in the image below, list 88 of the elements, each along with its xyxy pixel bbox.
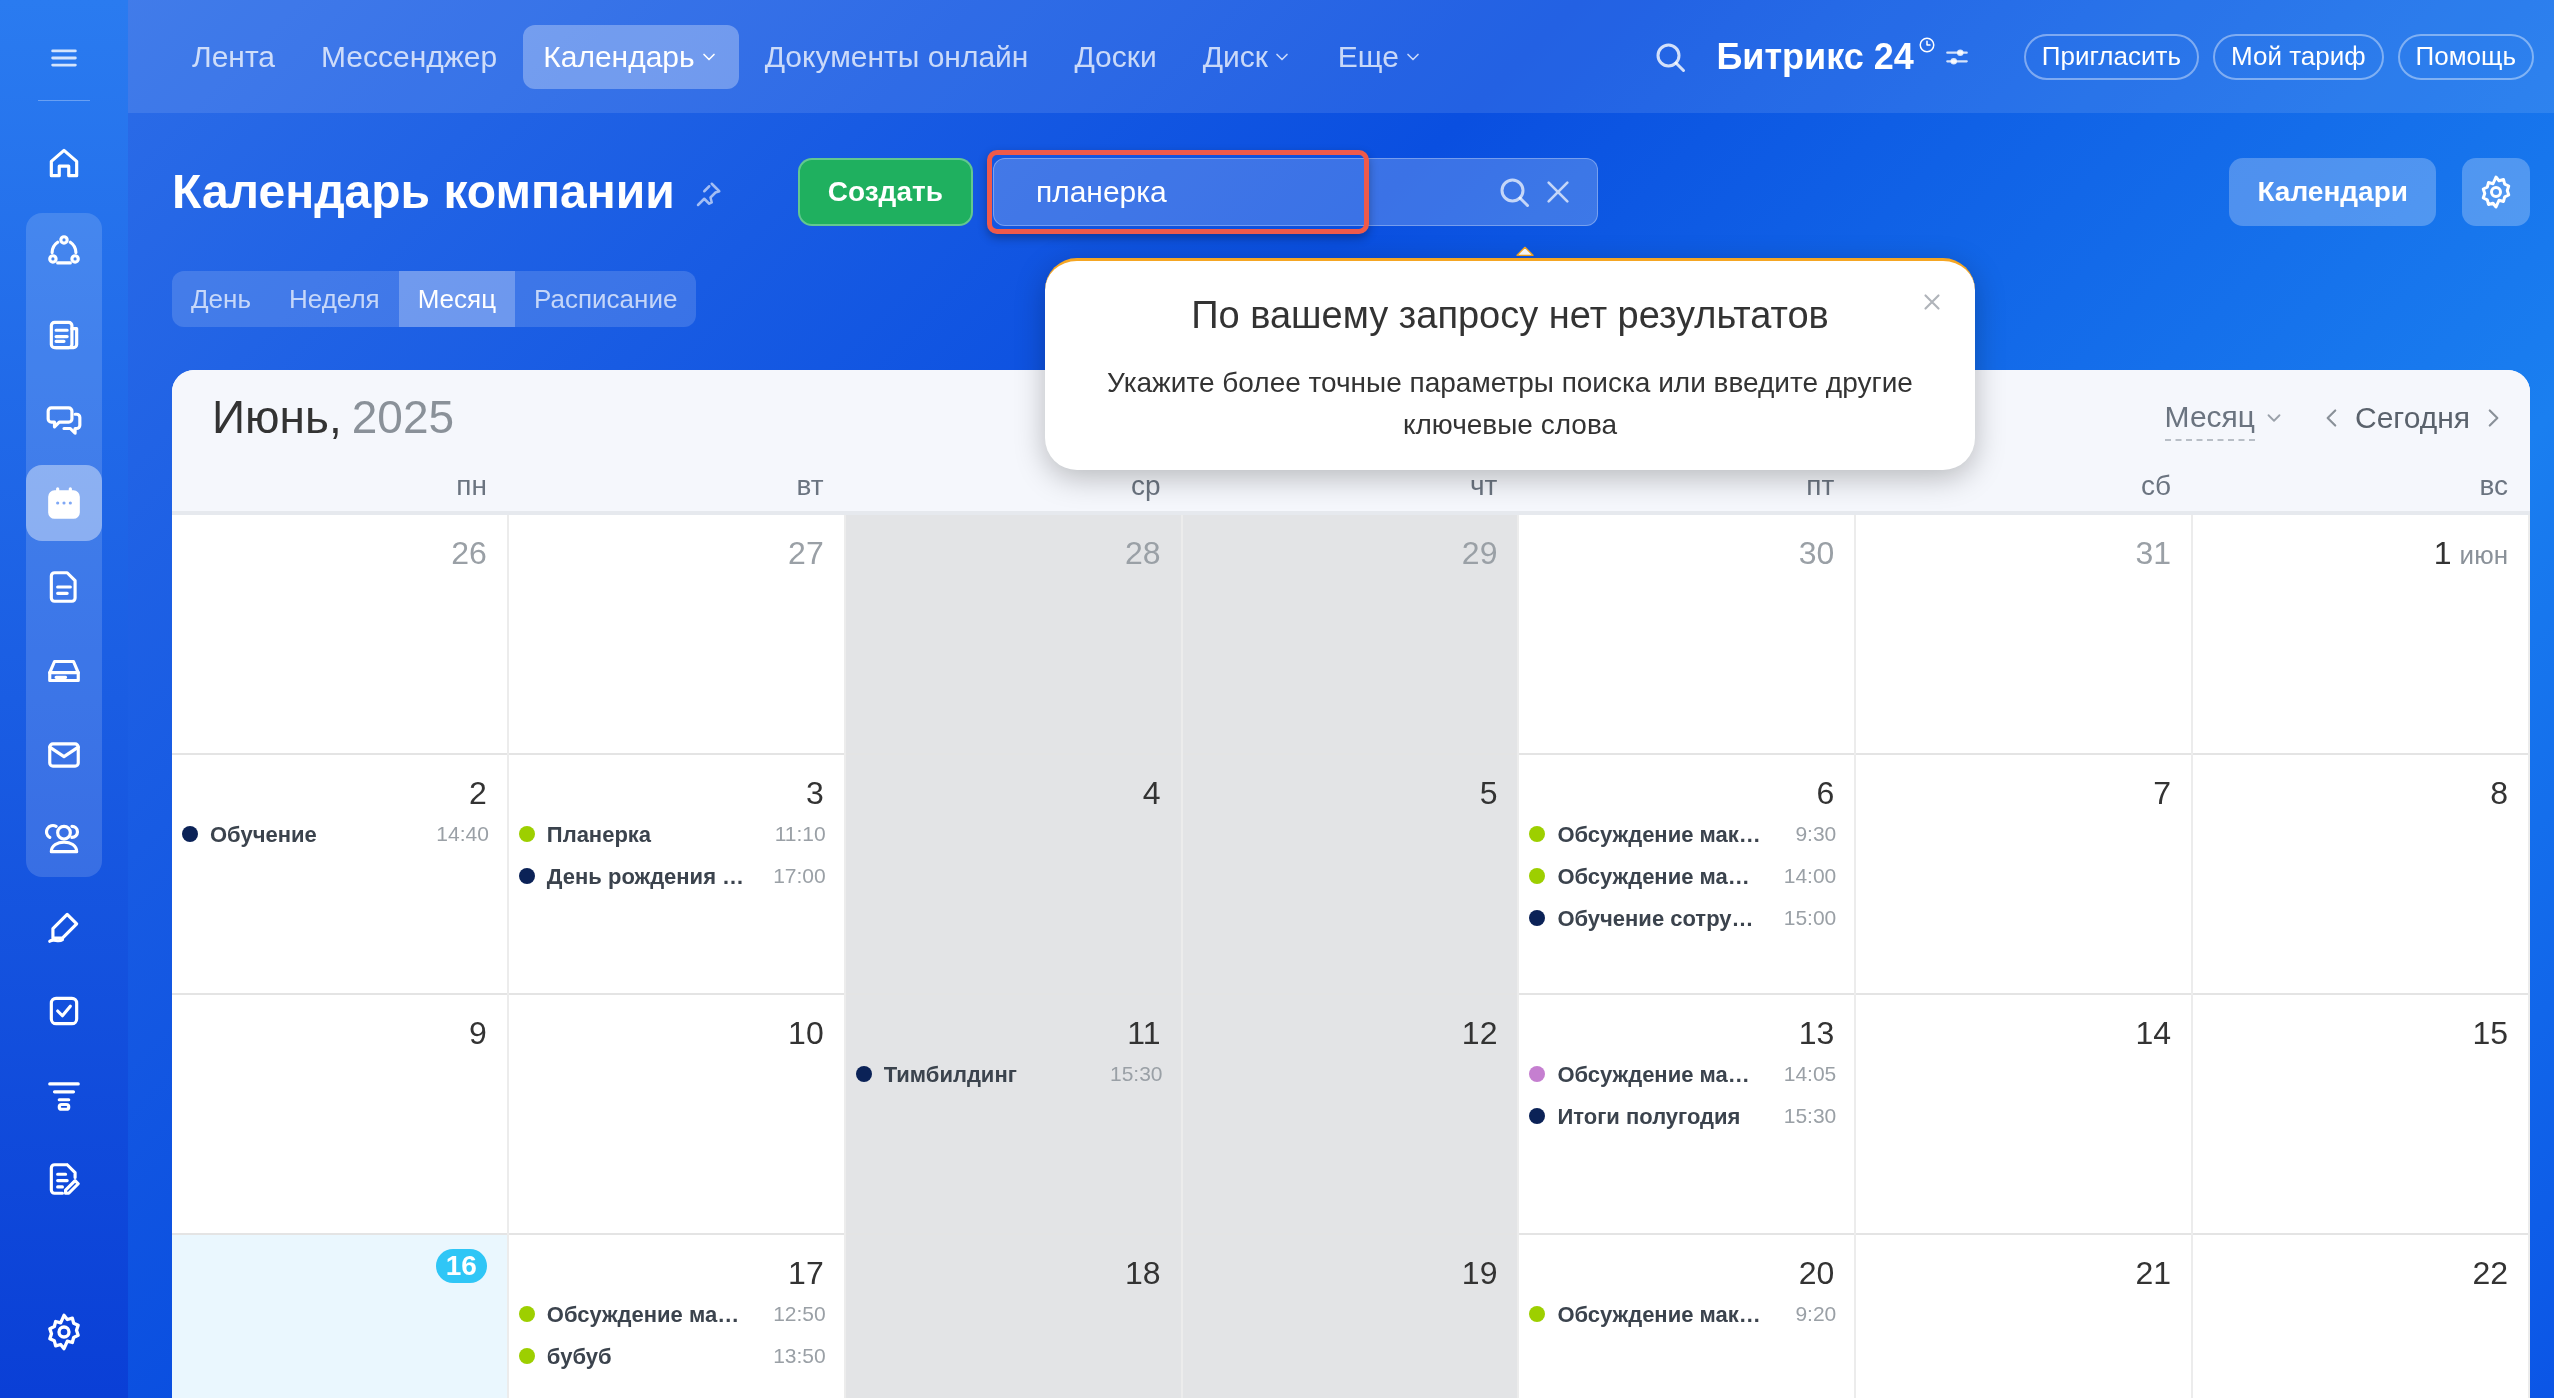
event-title[interactable]: бубуб xyxy=(546,1339,612,1373)
clock-icon xyxy=(1917,36,1936,54)
header-button[interactable]: Помощь xyxy=(2397,33,2534,80)
event-title[interactable]: Тимбилдинг xyxy=(883,1057,1017,1091)
day-number: 21 xyxy=(2135,1254,2172,1293)
nav-tab[interactable]: Еще xyxy=(1317,24,1443,89)
day-number: 28 xyxy=(1124,534,1161,573)
event-title[interactable]: Обсуждение ма… xyxy=(1557,859,1750,893)
event-time: 15:00 xyxy=(1783,905,1837,932)
day-number: 30 xyxy=(1798,534,1835,573)
weekday-label: пт xyxy=(1806,469,1835,503)
event-title[interactable]: Обсуждение ма… xyxy=(546,1297,740,1331)
event-title[interactable]: Обсуждение мак… xyxy=(1557,1297,1761,1331)
weekday-label: пн xyxy=(456,469,487,503)
nav-tab[interactable]: Доски xyxy=(1054,24,1177,89)
nav-tab[interactable]: Лента xyxy=(172,24,296,89)
day-number: 26 xyxy=(451,534,487,573)
month-suffix: июн xyxy=(2459,539,2508,572)
nav-tab[interactable]: Мессенджер xyxy=(301,24,518,89)
nav-tab[interactable]: Документы онлайн xyxy=(744,24,1049,89)
popup-title: По вашему запросу нет результатов xyxy=(1191,293,1829,338)
event-time: 14:40 xyxy=(436,821,489,848)
day-number: 5 xyxy=(1479,774,1498,813)
event-time: 13:50 xyxy=(773,1343,826,1370)
day-number: 8 xyxy=(2490,774,2508,813)
day-number: 6 xyxy=(1816,774,1835,813)
day-number: 9 xyxy=(469,1014,487,1053)
page-title: Календарь компании xyxy=(172,164,675,220)
nav-tab[interactable]: Диск xyxy=(1182,24,1312,89)
day-number: 19 xyxy=(1461,1254,1498,1293)
event-title[interactable]: Обучение xyxy=(210,817,317,851)
view-tab[interactable]: День xyxy=(172,271,270,327)
day-number: 20 xyxy=(1798,1254,1835,1293)
day-number: 7 xyxy=(2153,774,2172,813)
weekday-label: сб xyxy=(2141,469,2172,503)
view-tab[interactable]: Расписание xyxy=(515,271,697,327)
event-title[interactable]: Планерка xyxy=(546,817,652,851)
year-label: 2025 xyxy=(351,390,455,445)
event-time: 17:00 xyxy=(773,863,826,890)
sidebar-item[interactable] xyxy=(26,465,102,541)
day-number: 3 xyxy=(805,774,824,813)
header-button[interactable]: Мой тариф xyxy=(2212,33,2384,80)
settings-button[interactable] xyxy=(2462,158,2530,226)
event-time: 14:05 xyxy=(1783,1061,1837,1088)
event-title[interactable]: Обсуждение мак… xyxy=(1557,817,1761,851)
view-tab[interactable]: Неделя xyxy=(270,271,399,327)
event-time: 9:20 xyxy=(1795,1301,1837,1328)
event-title[interactable]: Обсуждение ма… xyxy=(1557,1057,1750,1091)
weekday-label: вс xyxy=(2479,469,2508,503)
nav-tab[interactable]: Календарь xyxy=(523,24,739,89)
day-number: 27 xyxy=(788,534,824,573)
day-number: 12 xyxy=(1461,1014,1498,1053)
day-number: 17 xyxy=(788,1254,824,1293)
day-number: 10 xyxy=(788,1014,824,1053)
day-number: 13 xyxy=(1798,1014,1835,1053)
day-number: 29 xyxy=(1461,534,1498,573)
day-number: 16 xyxy=(435,1249,487,1283)
day-number: 15 xyxy=(2472,1014,2508,1053)
day-number: 1 xyxy=(2433,534,2452,573)
popup-text: Укажите более точные параметры поиска или введите другие ключевые слова xyxy=(1106,366,1914,442)
event-title[interactable]: Итоги полугодия xyxy=(1557,1099,1741,1133)
weekday-label: ср xyxy=(1131,469,1161,503)
day-number: 18 xyxy=(1124,1254,1161,1293)
day-number: 31 xyxy=(2135,534,2172,573)
brand-logo: Битрикс 24 xyxy=(1716,34,1914,79)
view-tab[interactable]: Месяц xyxy=(398,271,516,327)
calendars-button[interactable]: Календари xyxy=(2229,158,2436,226)
day-number: 22 xyxy=(2472,1254,2508,1293)
day-number: 2 xyxy=(469,774,487,813)
event-time: 11:10 xyxy=(774,821,826,848)
today-button[interactable]: Сегодня xyxy=(2355,395,2470,440)
calendar-icon xyxy=(45,484,83,522)
weekday-label: чт xyxy=(1470,469,1498,503)
event-title[interactable]: Обучение сотру… xyxy=(1557,901,1754,935)
event-time: 15:30 xyxy=(1783,1103,1837,1130)
weekday-label: вт xyxy=(796,469,824,503)
day-number: 4 xyxy=(1142,774,1161,813)
day-number: 11 xyxy=(1127,1014,1161,1053)
create-button[interactable]: Создать xyxy=(797,158,973,226)
event-time: 14:00 xyxy=(1783,863,1837,890)
event-title[interactable]: День рождения … xyxy=(546,859,745,893)
event-time: 15:30 xyxy=(1110,1061,1163,1088)
month-name: Июнь, xyxy=(212,390,342,445)
header-button[interactable]: Пригласить xyxy=(2023,33,2199,80)
day-number: 14 xyxy=(2135,1014,2172,1053)
event-time: 12:50 xyxy=(773,1301,826,1328)
view-select[interactable]: Месяц xyxy=(2164,394,2285,441)
event-time: 9:30 xyxy=(1795,821,1837,848)
